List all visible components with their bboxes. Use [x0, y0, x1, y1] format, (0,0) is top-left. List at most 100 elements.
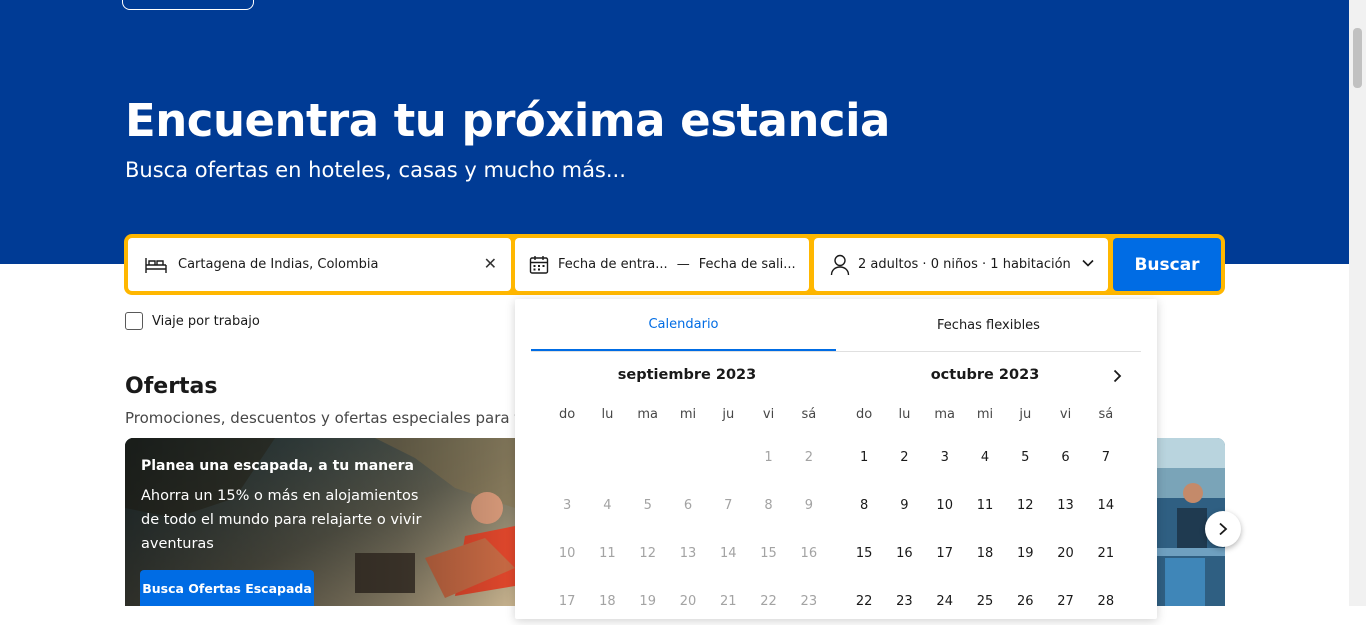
- calendar-day: 7: [724, 497, 733, 513]
- calendar-day[interactable]: 9: [884, 498, 924, 513]
- month-grid: do lu ma mi ju vi sá 1 2 3 4 5 6 7 8 9 10 11 12 13 14 15 16 17 1…: [547, 407, 829, 625]
- calendar-day[interactable]: 4: [965, 450, 1005, 465]
- scrollbar[interactable]: [1349, 0, 1366, 606]
- promo-title: Planea una escapada, a tu manera: [141, 458, 414, 474]
- dates-field[interactable]: Fecha de entra... — Fecha de sali...: [515, 238, 809, 291]
- calendar-day[interactable]: 16: [884, 546, 924, 561]
- calendar-day[interactable]: 25: [965, 594, 1005, 609]
- calendar-day[interactable]: 26: [1005, 594, 1045, 609]
- destination-value: Cartagena de Indias, Colombia: [178, 257, 379, 272]
- calendar-day[interactable]: 27: [1045, 594, 1085, 609]
- work-trip-checkbox[interactable]: [125, 312, 143, 330]
- hero-subtitle: Busca ofertas en hoteles, casas y mucho …: [125, 158, 626, 182]
- calendar-day[interactable]: 15: [844, 546, 884, 561]
- weekday-label: ma: [934, 407, 956, 422]
- weekday-label: do: [856, 407, 873, 422]
- week-row: 22 23 24 25 26 27 28: [844, 577, 1126, 625]
- calendar-day: 4: [603, 497, 612, 513]
- calendar-day: 22: [760, 593, 777, 609]
- month-grid: do lu ma mi ju vi sá 1 2 3 4 5 6 7 8 9 10 11 12 13 14 15 16 17 1…: [844, 407, 1126, 625]
- search-bar: Cartagena de Indias, Colombia ✕ Fecha de…: [124, 234, 1225, 295]
- calendar-day: 8: [764, 497, 773, 513]
- calendar-day[interactable]: 22: [844, 594, 884, 609]
- date-picker-tabs: Calendario Fechas flexibles: [531, 299, 1141, 352]
- tab-calendar[interactable]: Calendario: [531, 299, 836, 351]
- calendar-day[interactable]: 1: [844, 450, 884, 465]
- weekday-label: mi: [976, 407, 994, 422]
- weekday-label: lu: [898, 407, 911, 422]
- work-trip-option[interactable]: Viaje por trabajo: [125, 312, 260, 330]
- calendar-day[interactable]: 2: [884, 450, 924, 465]
- week-row: 8 9 10 11 12 13 14: [844, 481, 1126, 529]
- calendar-day: 16: [800, 545, 818, 561]
- weekday-label: sá: [1098, 407, 1114, 422]
- calendar-day: 17: [558, 593, 576, 609]
- guests-field[interactable]: 2 adultos · 0 niños · 1 habitación: [814, 238, 1108, 291]
- calendar-day[interactable]: 10: [925, 498, 965, 513]
- tab-flexible-dates[interactable]: Fechas flexibles: [836, 299, 1141, 351]
- week-row: 17 18 19 20 21 22 23: [547, 577, 829, 625]
- offers-subtitle: Promociones, descuentos y ofertas especi…: [125, 409, 525, 427]
- calendar-day[interactable]: 8: [844, 498, 884, 513]
- weekday-label: lu: [601, 407, 614, 422]
- calendar-day: 23: [800, 593, 818, 609]
- calendar-day[interactable]: 6: [1045, 450, 1085, 465]
- calendar-day: 2: [804, 449, 813, 465]
- promo-text: Ahorra un 15% o más en alojamientos de t…: [141, 488, 422, 552]
- calendar-day[interactable]: 18: [965, 546, 1005, 561]
- chevron-down-icon: [1082, 256, 1094, 271]
- calendar-day[interactable]: 28: [1086, 594, 1126, 609]
- calendar-day: 1: [764, 449, 773, 465]
- weekday-label: mi: [679, 407, 697, 422]
- date-picker: Calendario Fechas flexibles septiembre 2…: [515, 299, 1157, 619]
- calendar-day: 20: [679, 593, 697, 609]
- calendar-day: 14: [719, 545, 737, 561]
- next-month-button[interactable]: [1107, 365, 1127, 387]
- calendar-day[interactable]: 21: [1086, 546, 1126, 561]
- promo-card[interactable]: Planea una escapada, a tu manera Ahorra …: [125, 438, 515, 606]
- destination-field[interactable]: Cartagena de Indias, Colombia ✕: [128, 238, 511, 291]
- month-title: octubre 2023: [930, 367, 1040, 383]
- guests-value: 2 adultos · 0 niños · 1 habitación: [858, 257, 1071, 272]
- calendar-day: 12: [639, 545, 656, 561]
- calendar-day[interactable]: 14: [1086, 498, 1126, 513]
- calendar-day[interactable]: 7: [1086, 450, 1126, 465]
- date-separator: —: [676, 257, 690, 272]
- calendar-day: 21: [719, 593, 737, 609]
- calendar-day: 19: [639, 593, 656, 609]
- calendar-day: 15: [760, 545, 777, 561]
- work-trip-label: Viaje por trabajo: [152, 313, 260, 329]
- scrollbar-thumb[interactable]: [1353, 28, 1362, 88]
- weekday-label: ma: [637, 407, 659, 422]
- calendar-day: 11: [599, 545, 616, 561]
- chevron-right-icon: [1219, 522, 1228, 536]
- calendar-day: 13: [679, 545, 697, 561]
- weekday-label: vi: [762, 407, 775, 422]
- carousel-next-button[interactable]: [1205, 511, 1241, 547]
- weekday-label: sá: [801, 407, 817, 422]
- calendar-day[interactable]: 17: [925, 546, 965, 561]
- week-row: 15 16 17 18 19 20 21: [844, 529, 1126, 577]
- clear-icon[interactable]: ✕: [484, 254, 497, 273]
- calendar-day[interactable]: 5: [1005, 450, 1045, 465]
- header-button[interactable]: [122, 0, 254, 10]
- calendar-day: 6: [683, 497, 693, 513]
- promo-button[interactable]: Busca Ofertas Escapada: [140, 570, 314, 606]
- calendar-day[interactable]: 3: [925, 450, 965, 465]
- weekday-label: ju: [1019, 407, 1032, 422]
- weekday-row: do lu ma mi ju vi sá: [547, 407, 829, 433]
- calendar-day[interactable]: 23: [884, 594, 924, 609]
- week-row: 12: [547, 433, 829, 481]
- calendar-day[interactable]: 11: [965, 498, 1005, 513]
- calendar-day: 3: [563, 497, 572, 513]
- calendar-day[interactable]: 13: [1045, 498, 1085, 513]
- hero-title: Encuentra tu próxima estancia: [125, 94, 890, 147]
- search-button[interactable]: Buscar: [1113, 238, 1221, 291]
- week-row: 3 4 5 6 7 8 9: [547, 481, 829, 529]
- calendar-day[interactable]: 19: [1005, 546, 1045, 561]
- checkin-value: Fecha de entra...: [558, 257, 668, 272]
- calendar-day[interactable]: 24: [925, 594, 965, 609]
- week-row: 1234567: [844, 433, 1126, 481]
- calendar-day[interactable]: 20: [1045, 546, 1085, 561]
- calendar-day[interactable]: 12: [1005, 498, 1045, 513]
